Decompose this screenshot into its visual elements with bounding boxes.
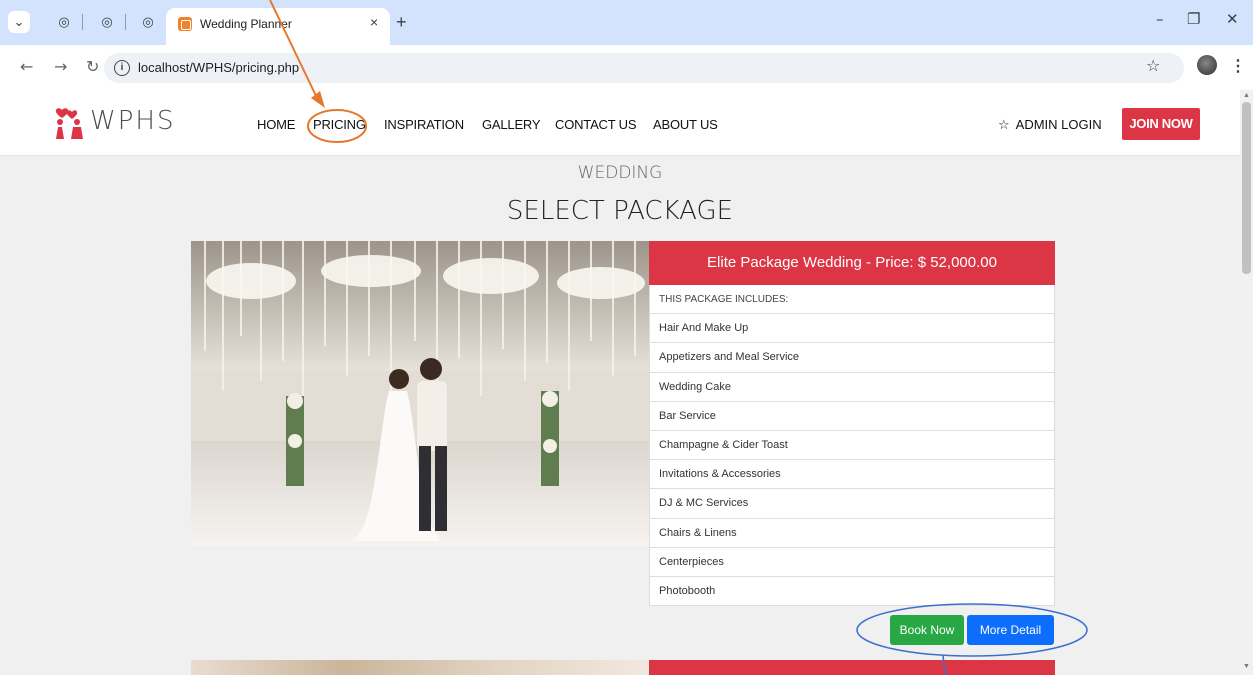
web-page: WPHS HOME PRICING INSPIRATION GALLERY CO… [0,90,1240,675]
scroll-up-icon[interactable]: ▲ [1243,92,1250,99]
forward-icon[interactable]: → [54,57,67,76]
package-includes-list: THIS PACKAGE INCLUDES: Hair And Make Up … [649,285,1055,607]
package-photo [191,241,649,546]
nav-inspiration[interactable]: INSPIRATION [384,117,464,132]
minimize-icon[interactable]: – [1156,10,1164,28]
restore-icon[interactable]: ❐ [1187,10,1200,28]
tab-search-icon[interactable]: ⌄ [8,11,30,33]
address-bar[interactable]: i localhost/WPHS/pricing.php [104,53,1184,83]
next-package-header [649,660,1055,675]
list-item: Hair And Make Up [650,314,1054,344]
next-package-photo [191,660,649,675]
join-now-button[interactable]: JOIN NOW [1122,108,1200,140]
includes-label: THIS PACKAGE INCLUDES: [650,285,1054,315]
nav-about-us[interactable]: ABOUT US [653,117,718,132]
list-item: Bar Service [650,402,1054,431]
globe-icon[interactable]: ◎ [96,11,118,33]
star-outline-icon: ☆ [998,118,1010,133]
tab-separator [125,14,126,30]
info-icon[interactable]: i [114,60,130,76]
list-item: Centerpieces [650,548,1054,577]
admin-login-link[interactable]: ☆ ADMIN LOGIN [998,117,1102,133]
logo-text[interactable]: WPHS [90,106,175,136]
browser-tabstrip: ⌄ ◎ ◎ ◎ Wedding Planner × + – ❐ ✕ [0,0,1253,45]
nav-home[interactable]: HOME [257,117,295,132]
list-item: Chairs & Linens [650,519,1054,548]
package-price-header: Elite Package Wedding - Price: $ 52,000.… [649,241,1055,285]
section-kicker: WEDDING [577,163,663,183]
list-item: Appetizers and Meal Service [650,343,1054,373]
profile-icon[interactable] [1197,55,1217,75]
new-tab-icon[interactable]: + [396,12,407,33]
list-item: Champagne & Cider Toast [650,431,1054,461]
active-tab[interactable]: Wedding Planner × [166,8,390,45]
site-header: WPHS HOME PRICING INSPIRATION GALLERY CO… [0,90,1240,156]
browser-toolbar: ← → ↻ i localhost/WPHS/pricing.php ☆ ⋮ [0,45,1253,90]
page-title: SELECT PACKAGE [506,196,734,226]
list-item: Photobooth [650,577,1054,607]
scroll-down-icon[interactable]: ▼ [1243,663,1250,670]
globe-icon[interactable]: ◎ [53,11,75,33]
tab-separator [82,14,83,30]
tab-title: Wedding Planner [200,17,292,31]
nav-contact-us[interactable]: CONTACT US [555,117,637,132]
list-item: Wedding Cake [650,373,1054,402]
list-item: Invitations & Accessories [650,460,1054,490]
page-scrollbar[interactable]: ▲ ▼ [1240,90,1253,675]
globe-icon[interactable]: ◎ [137,11,159,33]
reload-icon[interactable]: ↻ [86,57,99,76]
nav-pricing[interactable]: PRICING [313,117,366,132]
scroll-thumb[interactable] [1242,102,1251,274]
menu-icon[interactable]: ⋮ [1230,56,1246,76]
nav-gallery[interactable]: GALLERY [482,117,541,132]
admin-login-label: ADMIN LOGIN [1015,117,1102,132]
close-icon[interactable]: ✕ [1226,10,1239,28]
tab-close-icon[interactable]: × [370,14,378,30]
list-item: DJ & MC Services [650,489,1054,519]
book-now-button[interactable]: Book Now [890,615,964,645]
url-text[interactable]: localhost/WPHS/pricing.php [138,60,299,75]
bookmark-star-icon[interactable]: ☆ [1146,56,1160,75]
favicon-icon [178,17,192,31]
back-icon[interactable]: ← [20,57,33,76]
logo-icon [55,108,83,139]
more-detail-button[interactable]: More Detail [967,615,1054,645]
